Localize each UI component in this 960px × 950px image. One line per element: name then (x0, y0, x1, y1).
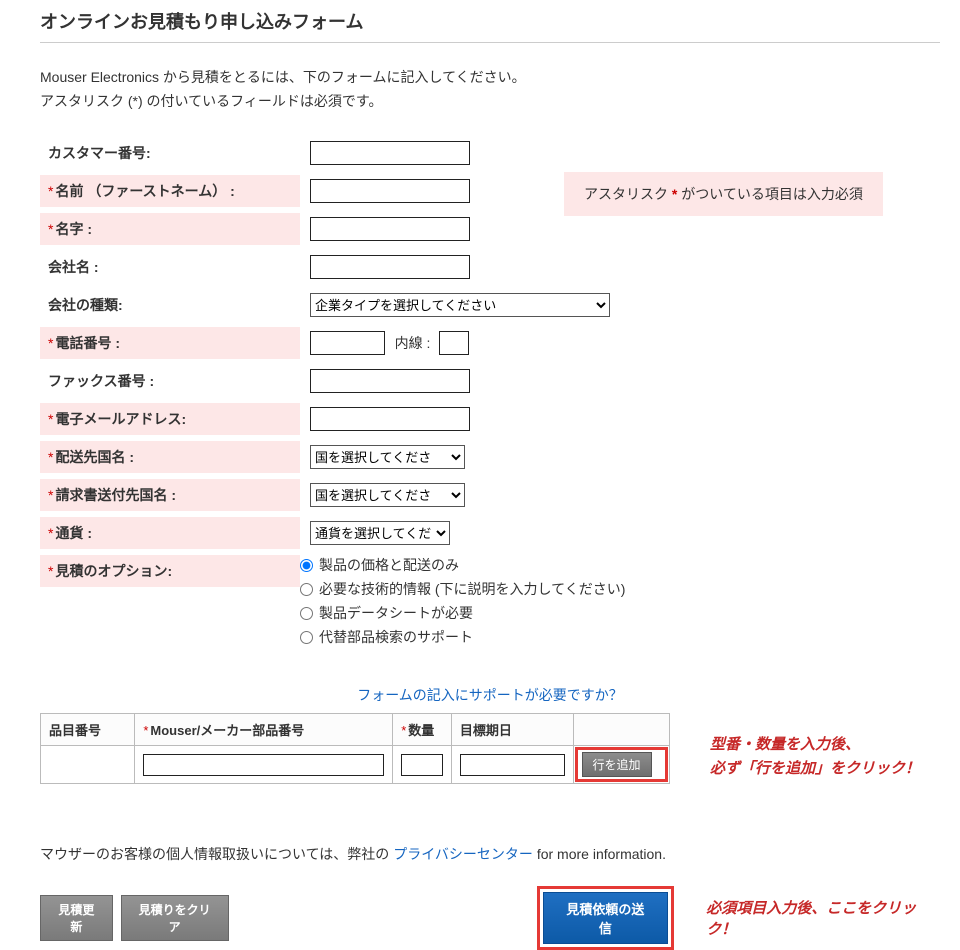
label-email: 電子メールアドレス: (55, 411, 186, 427)
company-input[interactable] (310, 255, 470, 279)
phone-input[interactable] (310, 331, 385, 355)
label-bill-country: 請求書送付先国名 : (55, 487, 176, 503)
asterisk-icon: * (48, 525, 53, 541)
label-quote-option: 見積のオプション: (55, 563, 172, 579)
part-no-input[interactable] (143, 754, 384, 776)
label-phone: 電話番号 : (55, 335, 120, 351)
label-company-type: 会社の種類: (40, 289, 300, 321)
submit-quote-button[interactable]: 見積依頼の送信 (543, 892, 669, 944)
ship-country-select[interactable]: 国を選択してくださ (310, 445, 465, 469)
radio-alt-parts[interactable] (300, 631, 313, 644)
th-qty: 数量 (408, 723, 434, 738)
last-name-input[interactable] (310, 217, 470, 241)
radio-label-2: 必要な技術的情報 (下に説明を入力してください) (319, 579, 625, 599)
label-currency: 通貨 : (55, 525, 92, 541)
add-row-instruction: 型番・数量を入力後、 必ず「行を追加」をクリック！ (710, 713, 920, 781)
target-date-input[interactable] (460, 754, 565, 776)
bill-country-select[interactable]: 国を選択してくださ (310, 483, 465, 507)
required-note-box: アスタリスク * がついている項目は入力必須 (564, 172, 883, 216)
radio-tech-info[interactable] (300, 583, 313, 596)
note-pre: アスタリスク (584, 186, 672, 202)
privacy-post: for more information. (533, 846, 666, 862)
asterisk-icon: * (401, 723, 406, 738)
customer-no-input[interactable] (310, 141, 470, 165)
side-note-line-1: 型番・数量を入力後、 (710, 733, 920, 757)
privacy-pre: マウザーのお客様の個人情報取扱いについては、弊社の (40, 846, 393, 862)
submit-highlight: 見積依頼の送信 (537, 886, 675, 950)
asterisk-icon: * (48, 449, 53, 465)
asterisk-icon: * (143, 723, 148, 738)
clear-quote-button[interactable]: 見積りをクリア (121, 895, 229, 941)
radio-price-ship[interactable] (300, 559, 313, 572)
email-input[interactable] (310, 407, 470, 431)
submit-instruction: 必須項目入力後、ここをクリック！ (706, 897, 940, 939)
label-company: 会社名 : (40, 251, 300, 283)
parts-table: 品目番号 *Mouser/メーカー部品番号 *数量 目標期日 行を追加 (40, 713, 670, 784)
qty-input[interactable] (401, 754, 443, 776)
fax-input[interactable] (310, 369, 470, 393)
label-ship-country: 配送先国名 : (55, 449, 134, 465)
label-last-name: 名字 : (55, 221, 92, 237)
privacy-text: マウザーのお客様の個人情報取扱いについては、弊社の プライバシーセンター for… (40, 844, 940, 864)
ext-input[interactable] (439, 331, 469, 355)
company-type-select[interactable]: 企業タイプを選択してください (310, 293, 610, 317)
asterisk-icon: * (48, 487, 53, 503)
radio-label-4: 代替部品検索のサポート (319, 627, 473, 647)
intro-line-1: Mouser Electronics から見積をとるには、下のフォームに記入して… (40, 67, 940, 87)
asterisk-icon: * (48, 563, 53, 579)
asterisk-icon: * (48, 335, 53, 351)
th-action (573, 714, 669, 746)
label-first-name: 名前 （ファーストネーム） : (55, 183, 234, 199)
note-post: がついている項目は入力必須 (677, 186, 862, 202)
page-title: オンラインお見積もり申し込みフォーム (40, 8, 940, 43)
table-row: 行を追加 (41, 746, 670, 784)
asterisk-icon: * (48, 221, 53, 237)
first-name-input[interactable] (310, 179, 470, 203)
label-customer-no: カスタマー番号: (40, 137, 300, 169)
intro-line-2: アスタリスク (*) の付いているフィールドは必須です。 (40, 91, 940, 111)
side-note-line-2: 必ず「行を追加」をクリック！ (710, 757, 920, 781)
radio-label-3: 製品データシートが必要 (319, 603, 473, 623)
currency-select[interactable]: 通貨を選択してくだ (310, 521, 450, 545)
privacy-link[interactable]: プライバシーセンター (393, 846, 533, 862)
update-quote-button[interactable]: 見積更新 (40, 895, 113, 941)
label-ext: 内線 : (395, 335, 431, 351)
add-row-button[interactable]: 行を追加 (582, 752, 652, 777)
radio-datasheet[interactable] (300, 607, 313, 620)
th-part-no: Mouser/メーカー部品番号 (150, 723, 304, 738)
label-fax: ファックス番号 : (40, 365, 300, 397)
radio-label-1: 製品の価格と配送のみ (319, 555, 459, 575)
asterisk-icon: * (48, 183, 53, 199)
th-item-no: 品目番号 (41, 714, 135, 746)
th-target-date: 目標期日 (451, 714, 573, 746)
asterisk-icon: * (48, 411, 53, 427)
support-link[interactable]: フォームの記入にサポートが必要ですか？ (40, 685, 940, 705)
